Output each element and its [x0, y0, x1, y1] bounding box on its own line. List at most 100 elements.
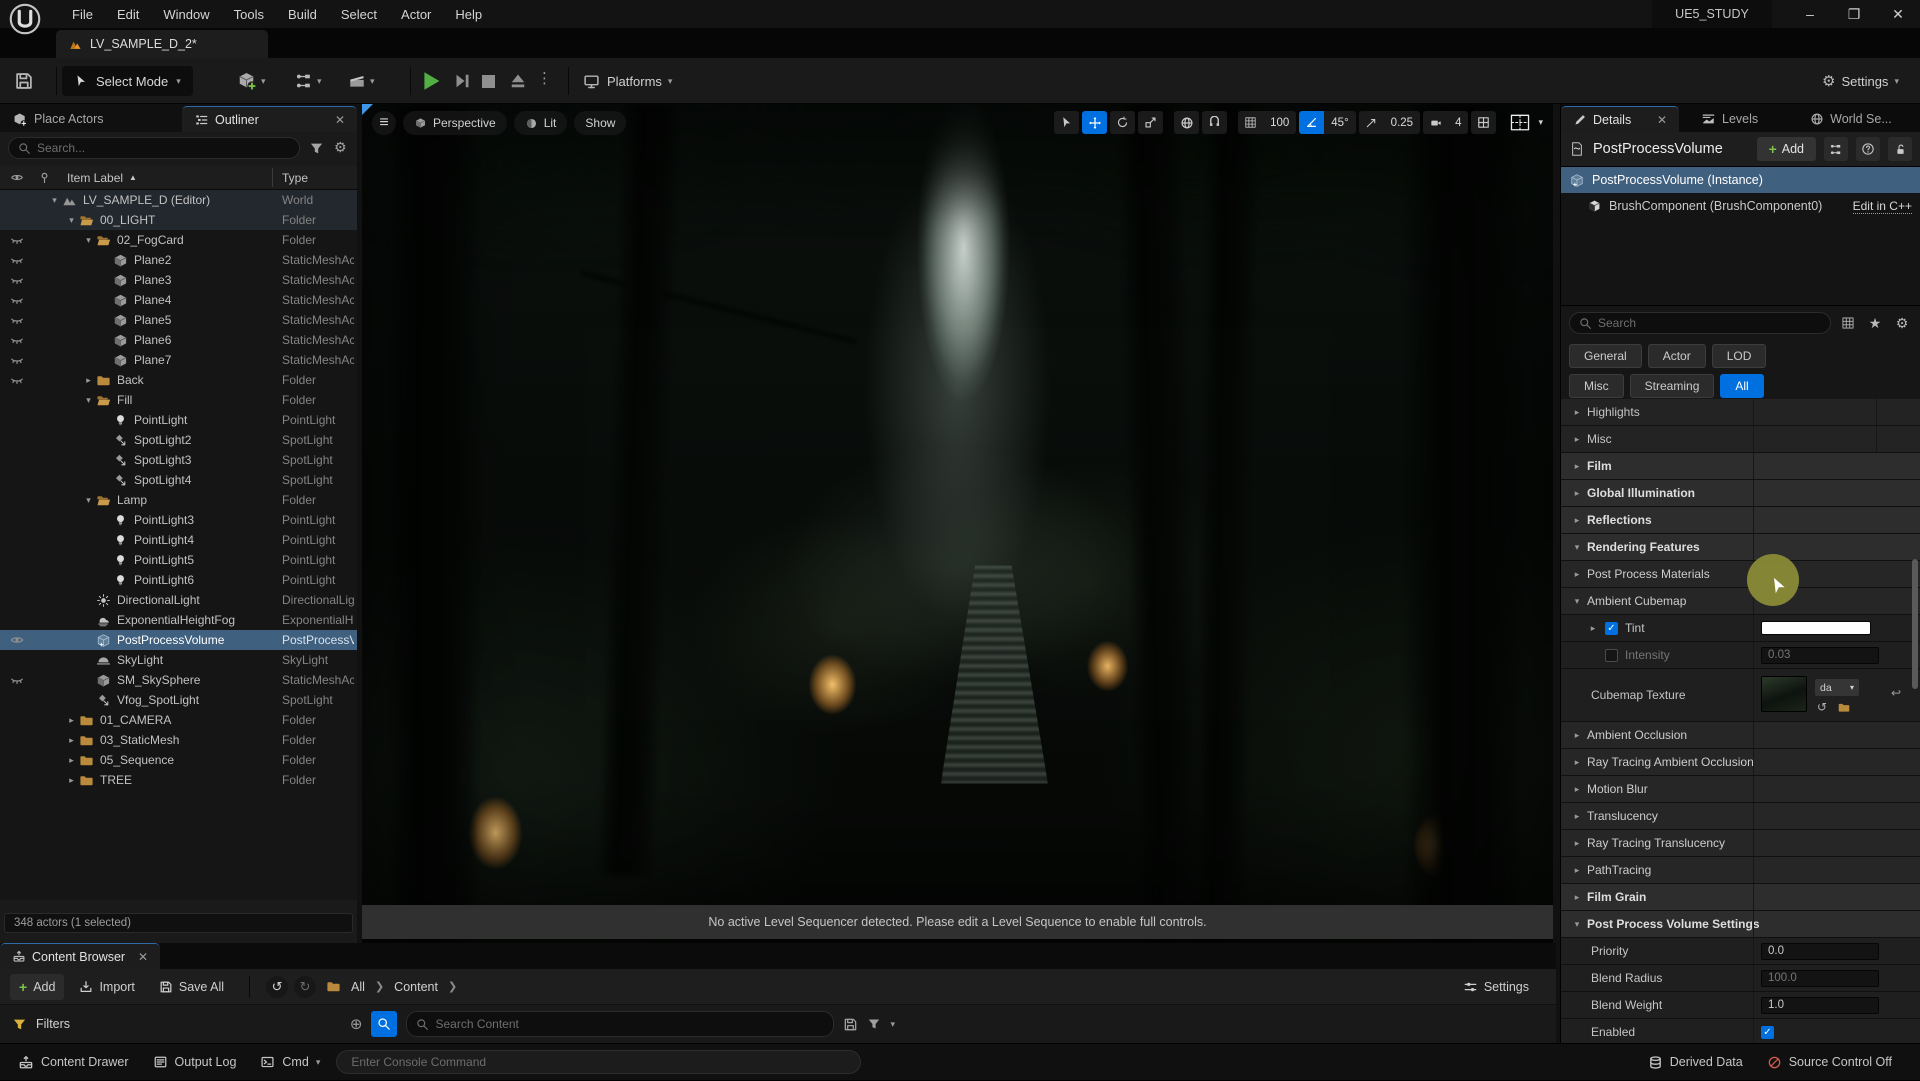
level-tab[interactable]: LV_SAMPLE_D_2*	[56, 30, 268, 58]
filters-label[interactable]: Filters	[36, 1017, 70, 1031]
filter-chip-all[interactable]: All	[1720, 374, 1763, 398]
details-subcategory-row[interactable]: ▾Ambient Cubemap	[1561, 588, 1920, 614]
tab-world-settings[interactable]: World Se...	[1798, 106, 1904, 132]
blueprint-edit-button[interactable]	[1824, 137, 1848, 161]
outliner-row[interactable]: Plane7StaticMeshAc	[0, 350, 357, 370]
menu-build[interactable]: Build	[276, 0, 329, 28]
viewport-menu-button[interactable]: ≡	[372, 111, 396, 135]
blueprints-button[interactable]: ▾	[294, 66, 322, 96]
close-button[interactable]: ✕	[1876, 0, 1920, 28]
expander-arrow-icon[interactable]: ▸	[1571, 407, 1583, 418]
menu-help[interactable]: Help	[443, 0, 494, 28]
save-search-icon[interactable]	[843, 1017, 858, 1032]
pin-column-icon[interactable]	[38, 171, 51, 185]
details-property-row[interactable]: Priority0.0	[1561, 938, 1920, 964]
outliner-row[interactable]: SpotLight3SpotLight	[0, 450, 357, 470]
eye-closed-icon[interactable]	[8, 673, 26, 687]
reset-to-default-icon[interactable]: ↩	[1891, 686, 1901, 700]
grid-snap-value[interactable]: 100	[1263, 111, 1296, 134]
favorites-star-icon[interactable]: ★	[1865, 313, 1885, 333]
add-filter-icon[interactable]: ⊕	[350, 1015, 363, 1033]
menu-file[interactable]: File	[60, 0, 105, 28]
grid-snap-button[interactable]	[1238, 111, 1263, 134]
expander-arrow-icon[interactable]: ▸	[65, 775, 78, 786]
expander-arrow-icon[interactable]: ▸	[65, 715, 78, 726]
show-dropdown[interactable]: Show	[574, 111, 626, 135]
texture-asset-dropdown[interactable]: da▾	[1815, 679, 1859, 696]
expander-arrow-icon[interactable]: ▾	[82, 395, 95, 406]
camera-speed-button[interactable]	[1359, 111, 1384, 134]
outliner-row[interactable]: ExponentialHeightFogExponentialHe	[0, 610, 357, 630]
details-property-row[interactable]: ▸✓Tint	[1561, 615, 1920, 641]
outliner-column-header[interactable]: Item Label ▲ Type	[0, 166, 357, 190]
details-category-row[interactable]: ▸Film	[1561, 453, 1920, 479]
expander-arrow-icon[interactable]: ▸	[82, 375, 95, 386]
outliner-row[interactable]: Plane4StaticMeshAc	[0, 290, 357, 310]
add-button[interactable]: + Add	[10, 974, 64, 1000]
tab-levels[interactable]: Levels	[1689, 106, 1770, 132]
tab-outliner[interactable]: Outliner ✕	[182, 106, 357, 132]
details-subcategory-row[interactable]: ▸Translucency	[1561, 803, 1920, 829]
details-property-row[interactable]: Enabled✓	[1561, 1019, 1920, 1043]
outliner-row[interactable]: ▾LampFolder	[0, 490, 357, 510]
select-tool-button[interactable]	[1054, 111, 1079, 134]
expander-arrow-icon[interactable]: ▸	[1571, 838, 1583, 849]
outliner-row[interactable]: PointLightPointLight	[0, 410, 357, 430]
outliner-row[interactable]: ▸01_CAMERAFolder	[0, 710, 357, 730]
filter-chip-lod[interactable]: LOD	[1712, 344, 1767, 368]
expander-arrow-icon[interactable]: ▸	[1571, 461, 1583, 472]
expander-arrow-icon[interactable]: ▸	[1571, 515, 1583, 526]
forward-icon[interactable]: ↻	[294, 976, 316, 998]
close-icon[interactable]: ✕	[1657, 113, 1667, 127]
tint-checkbox[interactable]: ✓	[1605, 622, 1618, 635]
browse-to-asset-icon[interactable]	[1837, 701, 1851, 714]
move-tool-button[interactable]	[1082, 111, 1107, 134]
viewport-scene[interactable]	[362, 104, 1553, 943]
details-category-row[interactable]: ▸Misc	[1561, 426, 1920, 452]
tint-color-swatch[interactable]	[1761, 621, 1871, 635]
viewport-layout-icon[interactable]	[1505, 112, 1535, 133]
details-category-row[interactable]: ▸Film Grain	[1561, 884, 1920, 910]
lock-button[interactable]	[1888, 137, 1912, 161]
minimize-button[interactable]: –	[1788, 0, 1832, 28]
search-toggle-button[interactable]	[371, 1011, 397, 1037]
expander-arrow-icon[interactable]: ▸	[1571, 784, 1583, 795]
chevron-down-icon[interactable]: ▾	[1538, 117, 1543, 128]
expander-arrow-icon[interactable]: ▾	[48, 195, 61, 206]
console-command-input[interactable]: Enter Console Command	[336, 1050, 861, 1074]
expander-arrow-icon[interactable]: ▸	[1571, 488, 1583, 499]
output-log-button[interactable]: Output Log	[145, 1044, 245, 1081]
menu-edit[interactable]: Edit	[105, 0, 151, 28]
menu-select[interactable]: Select	[329, 0, 389, 28]
details-subcategory-row[interactable]: ▸Ray Tracing Ambient Occlusion	[1561, 749, 1920, 775]
content-search-input[interactable]: Search Content	[406, 1011, 834, 1037]
expander-arrow-icon[interactable]: ▾	[82, 235, 95, 246]
visibility-column-icon[interactable]	[9, 171, 25, 184]
menu-actor[interactable]: Actor	[389, 0, 443, 28]
details-category-row[interactable]: ▸Global Illumination	[1561, 480, 1920, 506]
outliner-row[interactable]: SpotLight2SpotLight	[0, 430, 357, 450]
details-category-row[interactable]: ▸Reflections	[1561, 507, 1920, 533]
filter-chip-misc[interactable]: Misc	[1569, 374, 1624, 398]
eye-closed-icon[interactable]	[8, 313, 26, 327]
property-value-field[interactable]: 1.0	[1761, 997, 1879, 1014]
stop-button[interactable]	[482, 75, 495, 88]
tab-place-actors[interactable]: Place Actors	[0, 106, 115, 132]
eye-closed-icon[interactable]	[8, 373, 26, 387]
outliner-row[interactable]: PostProcessVolumePostProcessV	[0, 630, 357, 650]
menu-window[interactable]: Window	[151, 0, 221, 28]
tab-content-browser[interactable]: Content Browser ✕	[0, 943, 160, 969]
expander-arrow-icon[interactable]: ▸	[1571, 730, 1583, 741]
eye-closed-icon[interactable]	[8, 353, 26, 367]
use-selected-asset-icon[interactable]: ↺	[1817, 700, 1827, 714]
outliner-row[interactable]: PointLight6PointLight	[0, 570, 357, 590]
select-mode-dropdown[interactable]: Select Mode ▾	[62, 66, 193, 96]
breadcrumb-path[interactable]: Content	[394, 980, 438, 994]
details-subcategory-row[interactable]: ▸Ray Tracing Translucency	[1561, 830, 1920, 856]
component-row-brush[interactable]: BrushComponent (BrushComponent0) Edit in…	[1561, 193, 1920, 219]
camera-button[interactable]	[1423, 111, 1448, 134]
outliner-row[interactable]: SM_SkySphereStaticMeshAc	[0, 670, 357, 690]
skip-button[interactable]	[452, 70, 472, 92]
expander-arrow-icon[interactable]: ▸	[65, 735, 78, 746]
component-row-instance[interactable]: PostProcessVolume (Instance)	[1561, 167, 1920, 193]
